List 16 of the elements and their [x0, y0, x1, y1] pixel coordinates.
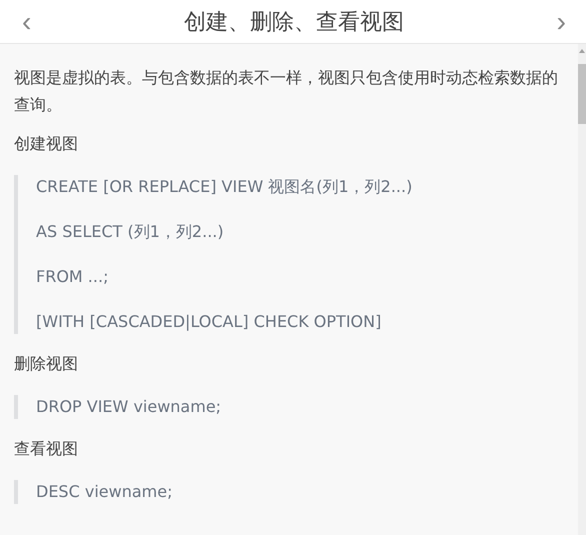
paragraph-text: 删除视图 — [14, 353, 79, 375]
code-line: [WITH [CASCADED|LOCAL] CHECK OPTION] — [36, 311, 382, 333]
code-line: DROP VIEW viewname; — [36, 396, 222, 418]
code-line: DESC viewname; — [36, 481, 174, 503]
scrollbar-thumb[interactable] — [578, 64, 586, 124]
paragraph-text: 创建视图 — [14, 133, 79, 155]
scrollbar[interactable] — [578, 44, 586, 535]
back-button[interactable]: ‹ — [18, 8, 36, 36]
code-line: AS SELECT (列1，列2...) — [36, 221, 225, 243]
forward-button[interactable]: › — [552, 8, 570, 36]
page-title: 创建、删除、查看视图 — [184, 8, 404, 36]
code-line: FROM ...; — [36, 266, 110, 288]
paragraph-text: 查看视图 — [14, 438, 79, 460]
scroll-up-icon[interactable] — [578, 48, 586, 54]
paragraph-text: 视图是虚拟的表。与包含数据的表不一样，视图只包含使用时动态检索数据的查询。 — [14, 67, 559, 116]
code-line: CREATE [OR REPLACE] VIEW 视图名(列1，列2...) — [36, 176, 414, 198]
